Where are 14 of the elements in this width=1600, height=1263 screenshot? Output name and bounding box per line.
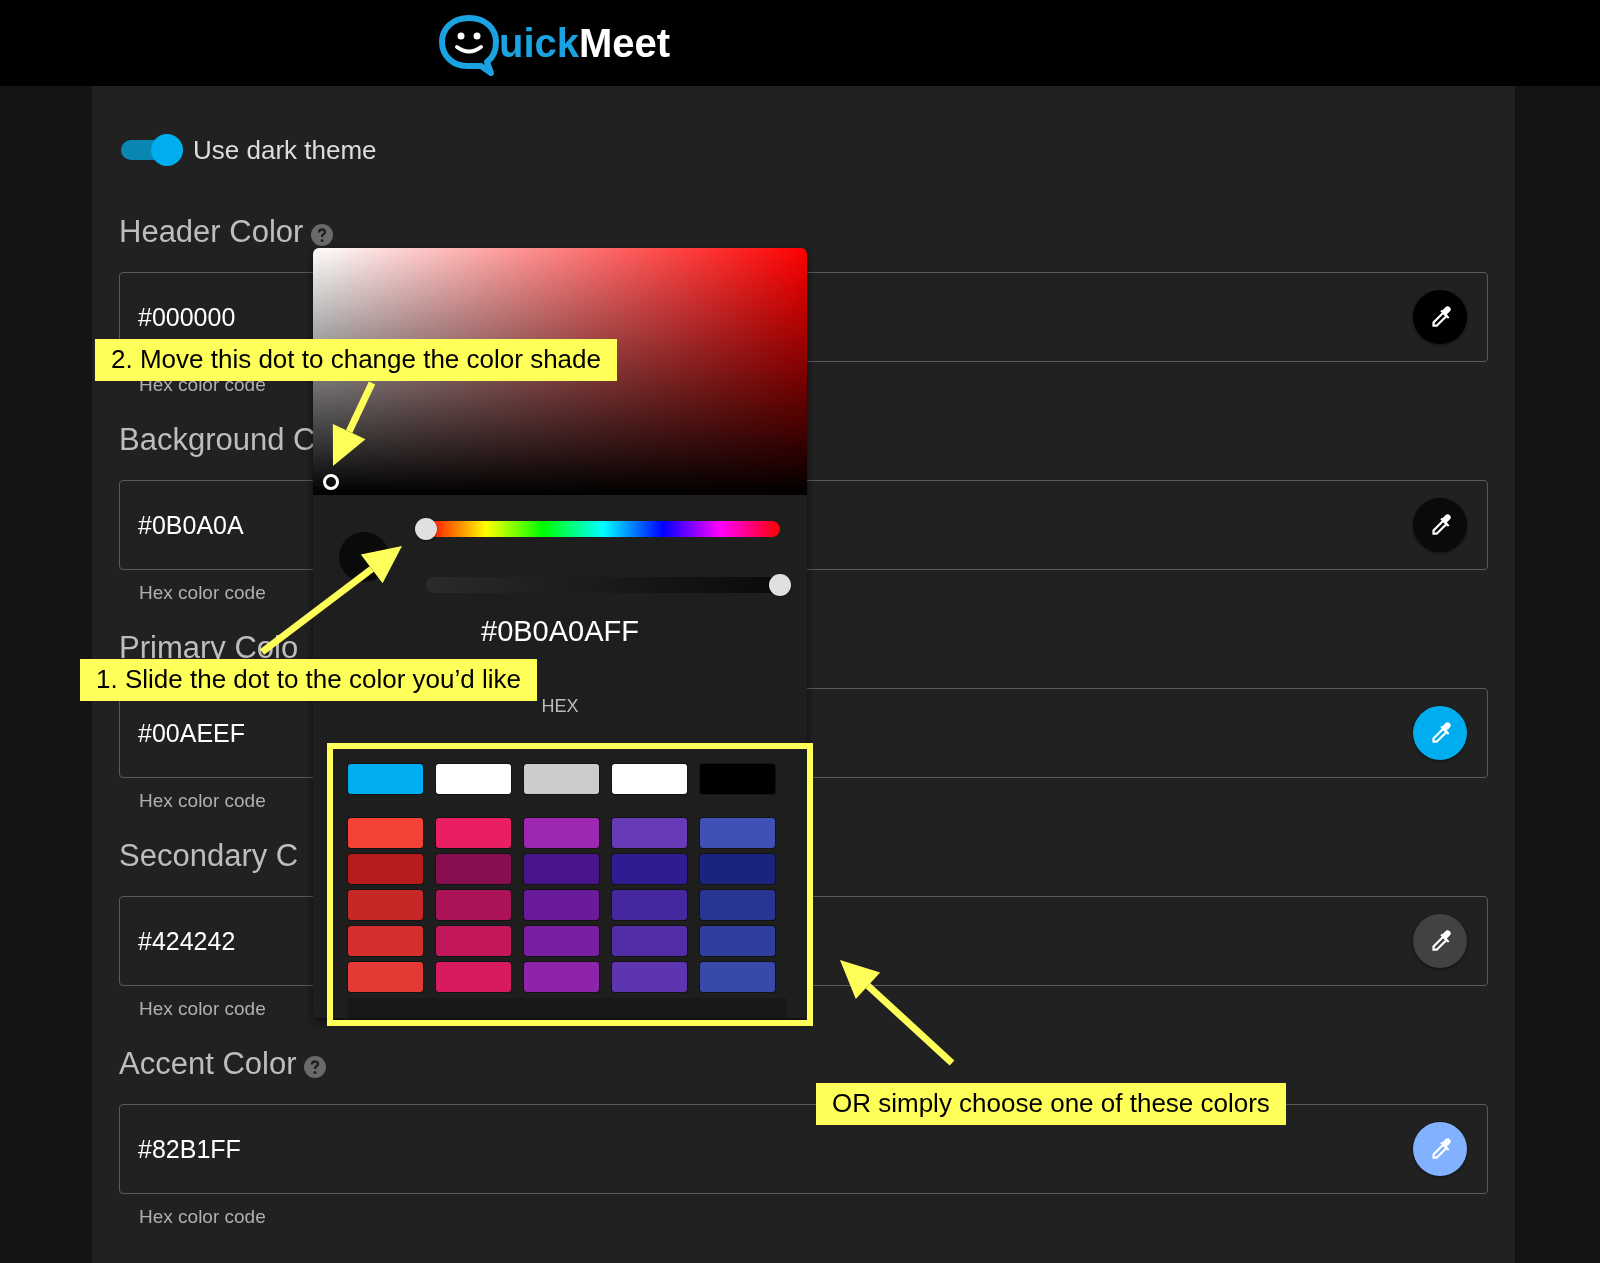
helper-text: Hex color code: [139, 582, 266, 605]
field-label: Background C: [119, 422, 316, 458]
field-label: Accent Color: [119, 1046, 297, 1082]
helper-text: Hex color code: [139, 790, 266, 813]
annotation-callout: 2. Move this dot to change the color shade: [95, 339, 617, 381]
annotation-callout: 1. Slide the dot to the color you’d like: [80, 659, 537, 701]
toggle-label: Use dark theme: [193, 134, 377, 166]
logo-text: Meet: [579, 20, 671, 66]
field-label: Header Color: [119, 214, 304, 250]
helper-text: Hex color code: [139, 998, 266, 1021]
logo-text: uick: [499, 20, 580, 66]
annotation-callout: OR simply choose one of these colors: [816, 1083, 1286, 1125]
field-label: Secondary C: [119, 838, 299, 874]
helper-text: Hex color code: [139, 1206, 266, 1229]
